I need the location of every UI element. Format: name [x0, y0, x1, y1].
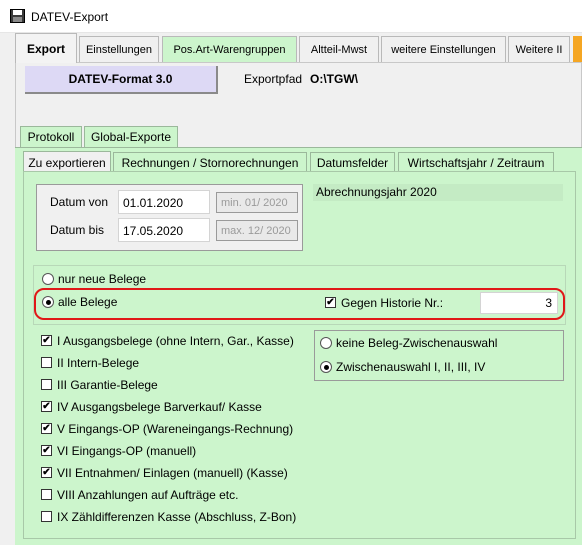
beleg-vi-label: VI Eingangs-OP (manuell)	[57, 444, 197, 458]
tab-datumsfelder[interactable]: Datumsfelder	[310, 152, 395, 173]
checkbox-beleg-iv[interactable]: ✔	[41, 401, 52, 412]
checkbox-beleg-iii[interactable]	[41, 379, 52, 390]
tab-export[interactable]: Export	[15, 33, 77, 63]
beleg-ii-label: II Intern-Belege	[57, 356, 140, 370]
beleg-iii-label: III Garantie-Belege	[57, 378, 158, 392]
checkbox-beleg-ii[interactable]	[41, 357, 52, 368]
tab-wirtschaftsjahr[interactable]: Wirtschaftsjahr / Zeitraum	[398, 152, 554, 173]
datev-format-button[interactable]: DATEV-Format 3.0	[25, 66, 218, 94]
checkbox-beleg-i[interactable]: ✔	[41, 335, 52, 346]
beleg-viii-label: VIII Anzahlungen auf Aufträge etc.	[57, 488, 239, 502]
tab-weitere-einstellungen[interactable]: weitere Einstellungen	[381, 36, 506, 62]
checkbox-beleg-viii[interactable]	[41, 489, 52, 500]
checkbox-beleg-v[interactable]: ✔	[41, 423, 52, 434]
exportpfad-value: O:\TGW\	[310, 72, 358, 86]
exportpfad-label: Exportpfad	[244, 72, 303, 86]
floppy-disk-icon	[10, 9, 25, 23]
tab-overflow-indicator	[573, 36, 582, 62]
zwischenauswahl-label: Zwischenauswahl I, II, III, IV	[336, 360, 486, 374]
tab-altteil-mwst[interactable]: Altteil-Mwst	[299, 36, 379, 62]
checkbox-beleg-vi[interactable]: ✔	[41, 445, 52, 456]
checkbox-beleg-ix[interactable]	[41, 511, 52, 522]
beleg-ix-label: IX Zähldifferenzen Kasse (Abschluss, Z-B…	[57, 510, 297, 524]
beleg-v-label: V Eingangs-OP (Wareneingangs-Rechnung)	[57, 422, 294, 436]
datum-von-label: Datum von	[50, 195, 109, 209]
datum-bis-hint: max. 12/ 2020	[216, 220, 298, 241]
radio-zwischenauswahl[interactable]	[320, 361, 332, 373]
datum-von-hint: min. 01/ 2020	[216, 192, 298, 213]
beleg-i-label: I Ausgangsbelege (ohne Intern, Gar., Kas…	[57, 334, 294, 348]
checkbox-beleg-vii[interactable]: ✔	[41, 467, 52, 478]
tab-global-exporte[interactable]: Global-Exporte	[84, 126, 178, 148]
tab-protokoll[interactable]: Protokoll	[20, 126, 82, 148]
tab-rechnungen[interactable]: Rechnungen / Stornorechnungen	[113, 152, 307, 173]
datum-von-input[interactable]: 01.01.2020	[118, 190, 210, 214]
tab-einstellungen[interactable]: Einstellungen	[79, 36, 159, 62]
radio-nur-neue-belege[interactable]	[42, 273, 54, 285]
historie-checkbox[interactable]: ✔	[325, 297, 336, 308]
radio-keine-zwischenauswahl[interactable]	[320, 337, 332, 349]
tab-pos-art-warengruppen[interactable]: Pos.Art-Warengruppen	[162, 36, 297, 62]
nur-neue-belege-label: nur neue Belege	[58, 272, 147, 286]
historie-label: Gegen Historie Nr.:	[341, 296, 444, 310]
tab-weitere-ii[interactable]: Weitere II	[508, 36, 570, 62]
beleg-vii-label: VII Entnahmen/ Einlagen (manuell) (Kasse…	[57, 466, 288, 480]
datum-bis-input[interactable]: 17.05.2020	[118, 218, 210, 242]
window-title: DATEV-Export	[31, 10, 109, 24]
keine-zwischenauswahl-label: keine Beleg-Zwischenauswahl	[336, 336, 498, 350]
abrechnungsjahr-info: Abrechnungsjahr 2020	[313, 184, 563, 201]
beleg-iv-label: IV Ausgangsbelege Barverkauf/ Kasse	[57, 400, 262, 414]
historie-input[interactable]: 3	[480, 292, 558, 314]
datum-bis-label: Datum bis	[50, 223, 105, 237]
